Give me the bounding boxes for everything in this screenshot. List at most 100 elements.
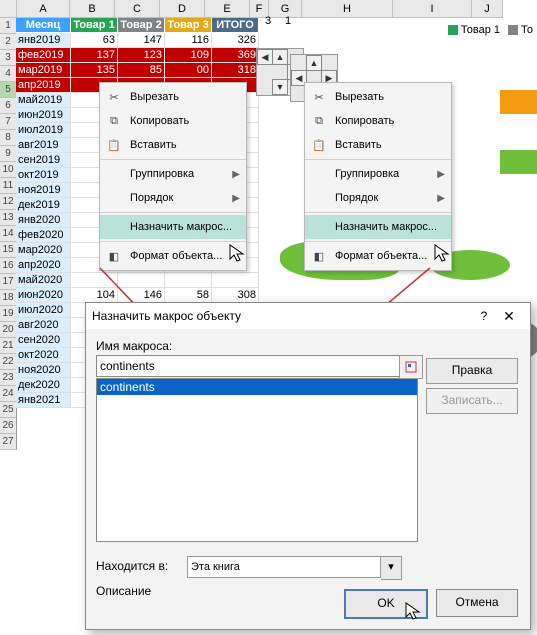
cell[interactable]: май2019 xyxy=(16,93,71,108)
cell[interactable] xyxy=(165,273,212,288)
column-header[interactable]: C xyxy=(115,0,160,18)
context-menu-1[interactable]: ✂Вырезать ⧉Копировать 📋Вставить Группиро… xyxy=(99,82,247,271)
menu-item-copy[interactable]: ⧉Копировать xyxy=(305,109,451,133)
menu-item-group[interactable]: Группировка▶ xyxy=(100,162,246,186)
row-header[interactable]: 3 xyxy=(0,50,17,66)
list-item[interactable]: continents xyxy=(97,379,417,395)
cell[interactable]: авг2020 xyxy=(16,318,71,333)
macro-list[interactable]: continents xyxy=(96,378,418,542)
range-select-button[interactable] xyxy=(399,355,423,379)
menu-item-cut[interactable]: ✂Вырезать xyxy=(100,85,246,109)
row-header[interactable]: 13 xyxy=(0,210,17,226)
row-header[interactable]: 24 xyxy=(0,386,17,402)
row-header[interactable]: 2 xyxy=(0,34,17,50)
row-header[interactable]: 4 xyxy=(0,66,17,82)
column-header[interactable]: A xyxy=(17,0,70,18)
cell[interactable]: фев2020 xyxy=(16,228,71,243)
column-header[interactable]: I xyxy=(393,0,472,18)
scroll-up-icon[interactable]: ▲ xyxy=(306,55,322,71)
edit-button[interactable]: Правка xyxy=(426,358,518,384)
row-header[interactable]: 14 xyxy=(0,226,17,242)
row-header[interactable]: 19 xyxy=(0,306,17,322)
context-menu-2[interactable]: ✂Вырезать ⧉Копировать 📋Вставить Группиро… xyxy=(304,82,452,271)
cell[interactable]: окт2019 xyxy=(16,168,71,183)
row-header[interactable]: 11 xyxy=(0,178,17,194)
row-header[interactable]: 5 xyxy=(0,82,17,98)
row-header[interactable]: 15 xyxy=(0,242,17,258)
cell[interactable]: 85 xyxy=(118,63,165,78)
menu-item-copy[interactable]: ⧉Копировать xyxy=(100,109,246,133)
menu-item-paste[interactable]: 📋Вставить xyxy=(305,133,451,157)
menu-item-group[interactable]: Группировка▶ xyxy=(305,162,451,186)
cell[interactable]: 326 xyxy=(212,33,259,48)
chevron-down-icon[interactable]: ▾ xyxy=(381,556,402,580)
row-header[interactable]: 10 xyxy=(0,162,17,178)
scroll-up-icon[interactable]: ▲ xyxy=(272,49,288,65)
macro-name-input[interactable] xyxy=(96,355,400,377)
menu-item-format-object[interactable]: ◧Формат объекта... xyxy=(100,244,246,268)
cell[interactable]: 116 xyxy=(165,33,212,48)
cell[interactable]: 147 xyxy=(118,33,165,48)
close-button[interactable]: ✕ xyxy=(494,308,524,325)
cell[interactable]: 00 xyxy=(165,63,212,78)
column-header[interactable]: D xyxy=(160,0,205,18)
row-header[interactable]: 23 xyxy=(0,370,17,386)
cell[interactable]: авг2019 xyxy=(16,138,71,153)
cell[interactable]: 308 xyxy=(212,288,259,303)
row-header[interactable]: 18 xyxy=(0,290,17,306)
row-header[interactable]: 20 xyxy=(0,322,17,338)
cell[interactable]: июл2020 xyxy=(16,303,71,318)
row-header[interactable]: 25 xyxy=(0,402,17,418)
cell[interactable]: май2020 xyxy=(16,273,71,288)
cell[interactable]: июн2020 xyxy=(16,288,71,303)
cell[interactable]: апр2019 xyxy=(16,78,71,93)
cell[interactable]: 318 xyxy=(212,63,259,78)
menu-item-order[interactable]: Порядок▶ xyxy=(100,186,246,210)
cell[interactable]: ноя2020 xyxy=(16,363,71,378)
cell[interactable]: фев2019 xyxy=(16,48,71,63)
column-header[interactable]: B xyxy=(70,0,115,18)
help-button[interactable]: ? xyxy=(474,309,494,323)
cell[interactable]: июл2019 xyxy=(16,123,71,138)
row-header[interactable]: 22 xyxy=(0,354,17,370)
row-header[interactable]: 9 xyxy=(0,146,17,162)
cell[interactable]: 135 xyxy=(71,63,118,78)
row-header[interactable]: 26 xyxy=(0,418,17,434)
cell[interactable] xyxy=(212,273,259,288)
scroll-left-icon[interactable]: ◀ xyxy=(257,49,273,65)
cell[interactable]: июн2019 xyxy=(16,108,71,123)
outline-controls[interactable]: 3 1 xyxy=(262,15,294,27)
row-header[interactable]: 17 xyxy=(0,274,17,290)
cell[interactable]: янв2020 xyxy=(16,213,71,228)
row-header[interactable]: 27 xyxy=(0,434,17,450)
cell[interactable]: 109 xyxy=(165,48,212,63)
cell[interactable]: 137 xyxy=(71,48,118,63)
cell[interactable]: сен2019 xyxy=(16,153,71,168)
cancel-button[interactable]: Отмена xyxy=(436,589,518,617)
cell[interactable]: 104 xyxy=(71,288,118,303)
cell[interactable] xyxy=(118,273,165,288)
row-header[interactable]: 6 xyxy=(0,98,17,114)
row-header[interactable]: 7 xyxy=(0,114,17,130)
cell[interactable]: дек2019 xyxy=(16,198,71,213)
outline-level-1[interactable]: 1 xyxy=(282,15,294,27)
cell[interactable]: ноя2019 xyxy=(16,183,71,198)
cell[interactable]: янв2019 xyxy=(16,33,71,48)
column-header[interactable] xyxy=(0,0,17,18)
cell[interactable]: мар2019 xyxy=(16,63,71,78)
cell[interactable]: 63 xyxy=(71,33,118,48)
row-header[interactable]: 1 xyxy=(0,18,17,34)
cell[interactable]: 123 xyxy=(118,48,165,63)
row-header[interactable]: 21 xyxy=(0,338,17,354)
cell[interactable]: 369 xyxy=(212,48,259,63)
cell[interactable]: 146 xyxy=(118,288,165,303)
column-header[interactable]: H xyxy=(302,0,393,18)
scroll-down-icon[interactable]: ▼ xyxy=(272,79,288,95)
cell[interactable] xyxy=(71,273,118,288)
menu-item-format-object[interactable]: ◧Формат объекта... xyxy=(305,244,451,268)
row-header[interactable]: 8 xyxy=(0,130,17,146)
menu-item-cut[interactable]: ✂Вырезать xyxy=(305,85,451,109)
outline-level-3[interactable]: 3 xyxy=(262,15,274,27)
cell[interactable]: янв2021 xyxy=(16,393,71,408)
menu-item-paste[interactable]: 📋Вставить xyxy=(100,133,246,157)
